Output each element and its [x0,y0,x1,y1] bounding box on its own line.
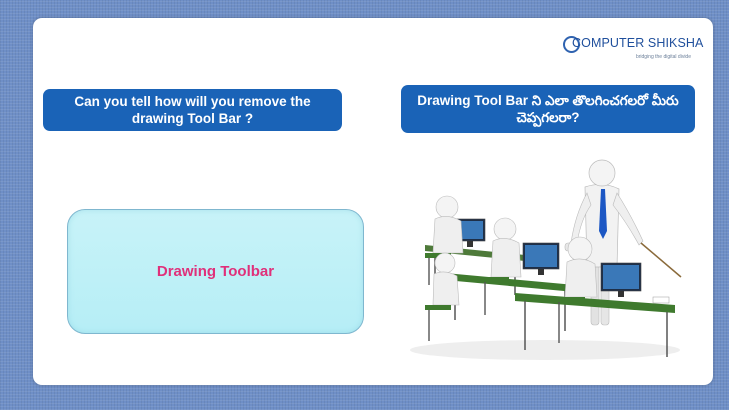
classroom-computers-illustration [410,159,682,360]
question-english-text: Can you tell how will you remove the dra… [74,94,311,126]
question-telugu-text: Drawing Tool Bar ని ఎలా తొలగించగలరో మీరు… [417,93,679,125]
logo-brand-text: COMPUTER SHIKSHA [572,36,704,50]
slide-card: COMPUTER SHIKSHA bridging the digital di… [33,18,713,385]
question-english-box: Can you tell how will you remove the dra… [43,89,342,131]
logo-tagline: bridging the digital divide [635,54,691,60]
computer-shiksha-logo: COMPUTER SHIKSHA bridging the digital di… [563,31,703,71]
student-figures [425,195,598,343]
answer-box: Drawing Toolbar [67,209,364,334]
answer-text: Drawing Toolbar [156,263,275,280]
question-telugu-box: Drawing Tool Bar ని ఎలా తొలగించగలరో మీరు… [401,85,695,133]
